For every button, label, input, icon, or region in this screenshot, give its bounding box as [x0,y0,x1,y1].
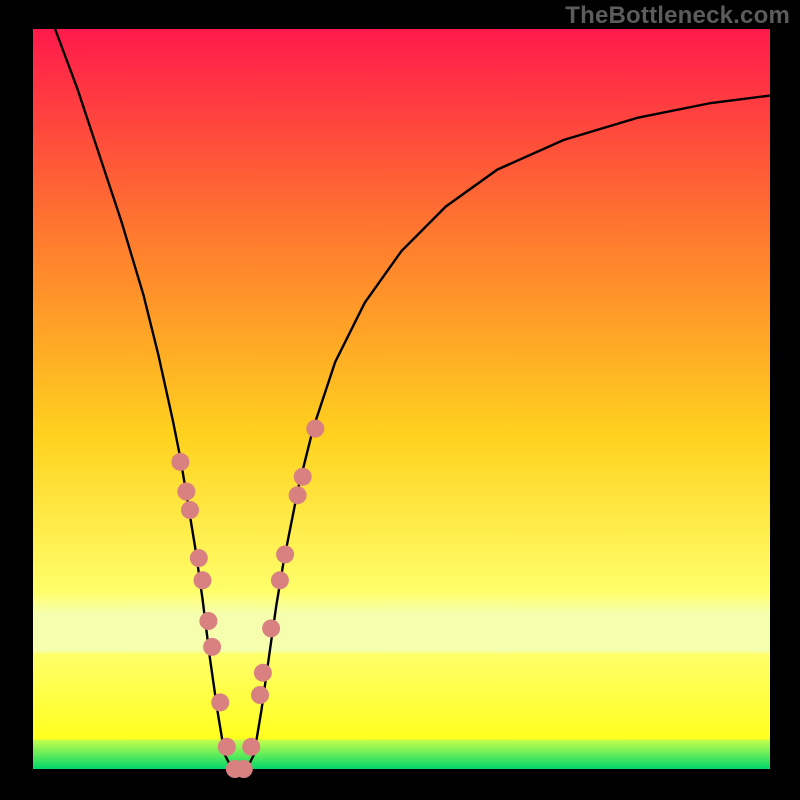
curve-marker [254,664,272,682]
curve-marker [242,738,260,756]
curve-marker [251,686,269,704]
curve-marker [177,483,195,501]
bottleneck-chart [0,0,800,800]
curve-marker [276,545,294,563]
curve-marker [203,638,221,656]
curve-marker [294,468,312,486]
curve-marker [289,486,307,504]
curve-marker [271,571,289,589]
curve-marker [194,571,212,589]
plot-background [33,29,770,769]
curve-marker [181,501,199,519]
curve-marker [235,760,253,778]
curve-marker [262,619,280,637]
curve-marker [190,549,208,567]
chart-frame: TheBottleneck.com [0,0,800,800]
curve-marker [199,612,217,630]
curve-marker [218,738,236,756]
curve-marker [171,453,189,471]
curve-marker [306,420,324,438]
curve-marker [211,693,229,711]
